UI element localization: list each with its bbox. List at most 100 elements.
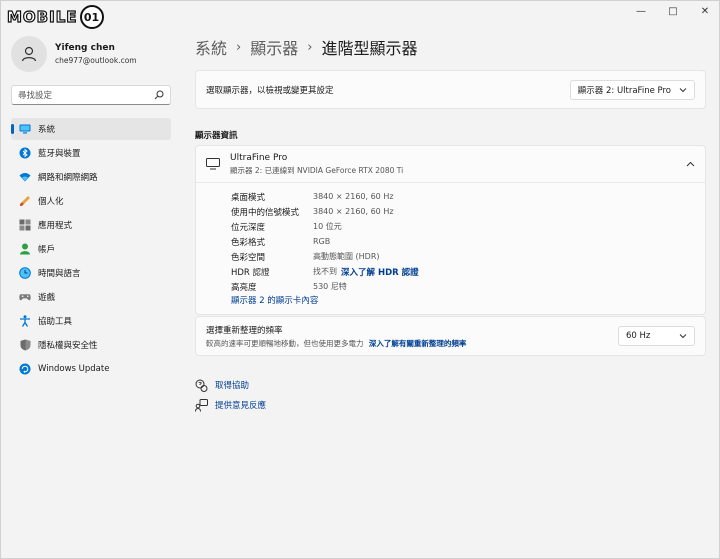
feedback-icon [195, 398, 208, 412]
breadcrumb-separator: › [307, 39, 313, 55]
profile-text: Yifeng chen che977@outlook.com [55, 43, 137, 65]
info-value: 3840 × 2160, 60 Hz [313, 207, 394, 216]
sidebar-item-time-language[interactable]: 時間與語言 [11, 262, 171, 284]
info-key: 色彩格式 [231, 237, 266, 248]
hdr-learn-more-link[interactable]: 深入了解 HDR 認證 [341, 266, 419, 278]
refresh-rate-value: 60 Hz [626, 331, 651, 341]
display-info-rows: 桌面模式 3840 × 2160, 60 Hz 使用中的信號模式 3840 × … [196, 183, 705, 309]
globe-clock-icon [19, 267, 31, 279]
info-value: 530 尼特 [313, 282, 347, 291]
info-value: 10 位元 [313, 222, 342, 231]
sidebar-item-label: 個人化 [38, 197, 64, 207]
title-bar: MOBILE 01 — □ ✕ [1, 1, 720, 29]
info-key: HDR 認證 [231, 267, 270, 278]
display-select-label: 選取顯示器，以檢視或變更其設定 [206, 85, 334, 96]
sidebar: Yifeng chen che977@outlook.com 尋找設定 系統 藍… [1, 23, 186, 559]
display-select-card: 選取顯示器，以檢視或變更其設定 顯示器 2: UltraFine Pro [195, 70, 706, 109]
sidebar-item-label: 隱私權與安全性 [38, 341, 98, 351]
section-title: 顯示器資訊 [195, 131, 238, 141]
breadcrumb: 系統 › 顯示器 › 進階型顯示器 [195, 35, 417, 59]
gamepad-icon [19, 291, 31, 303]
sidebar-item-label: 藍牙與裝置 [38, 149, 81, 159]
display-name: UltraFine Pro [230, 152, 288, 163]
get-help-link[interactable]: 取得協助 [195, 375, 266, 395]
sidebar-nav: 系統 藍牙與裝置 網路和網際網路 個人化 應用程式 帳戶 時間與語言 遊戲 協助… [11, 118, 171, 382]
info-row-desktop-mode: 桌面模式 3840 × 2160, 60 Hz [231, 189, 705, 204]
sidebar-item-windows-update[interactable]: Windows Update [11, 358, 171, 380]
sidebar-item-label: 協助工具 [38, 317, 73, 327]
sidebar-item-label: 帳戶 [38, 245, 56, 255]
display-info-header[interactable]: UltraFine Pro 顯示器 2: 已連線到 NVIDIA GeForce… [196, 146, 705, 183]
feedback-label: 提供意見反應 [215, 401, 267, 411]
chevron-up-icon[interactable] [686, 161, 695, 167]
info-value: RGB [313, 237, 331, 246]
display-dropdown[interactable]: 顯示器 2: UltraFine Pro [569, 79, 695, 100]
profile-email: che977@outlook.com [55, 56, 137, 65]
help-links: 取得協助 提供意見反應 [195, 375, 266, 415]
refresh-rate-card: 選擇重新整理的頻率 較高的速率可更順暢地移動，但也使用更多電力 深入了解有關重新… [195, 316, 706, 356]
sidebar-item-privacy[interactable]: 隱私權與安全性 [11, 334, 171, 356]
refresh-rate-dropdown[interactable]: 60 Hz [618, 326, 695, 346]
wifi-icon [19, 171, 31, 183]
avatar [11, 36, 47, 72]
refresh-rate-description: 較高的速率可更順暢地移動，但也使用更多電力 深入了解有關重新整理的頻率 [206, 338, 618, 349]
sidebar-item-gaming[interactable]: 遊戲 [11, 286, 171, 308]
sidebar-item-accounts[interactable]: 帳戶 [11, 238, 171, 260]
refresh-rate-text: 選擇重新整理的頻率 較高的速率可更順暢地移動，但也使用更多電力 深入了解有關重新… [206, 324, 618, 349]
info-row-signal-mode: 使用中的信號模式 3840 × 2160, 60 Hz [231, 204, 705, 219]
refresh-rate-learn-more-link[interactable]: 深入了解有關重新整理的頻率 [369, 339, 467, 348]
feedback-link[interactable]: 提供意見反應 [195, 395, 266, 415]
brush-icon [19, 195, 31, 207]
info-key: 色彩空間 [231, 252, 266, 263]
monitor-icon [206, 158, 220, 170]
info-row-bit-depth: 位元深度 10 位元 [231, 219, 705, 234]
chevron-down-icon [679, 87, 687, 92]
sidebar-item-personalization[interactable]: 個人化 [11, 190, 171, 212]
refresh-rate-desc-text: 較高的速率可更順暢地移動，但也使用更多電力 [206, 338, 364, 348]
info-row-hdr-certification: HDR 認證 找不到 深入了解 HDR 認證 [231, 264, 705, 279]
page-title: 進階型顯示器 [321, 39, 418, 58]
sidebar-item-label: 應用程式 [38, 221, 73, 231]
adapter-properties-link[interactable]: 顯示器 2 的顯示卡內容 [231, 294, 705, 309]
sidebar-item-accessibility[interactable]: 協助工具 [11, 310, 171, 332]
sidebar-item-system[interactable]: 系統 [11, 118, 171, 140]
sidebar-item-bluetooth[interactable]: 藍牙與裝置 [11, 142, 171, 164]
info-value: 3840 × 2160, 60 Hz [313, 192, 394, 201]
breadcrumb-separator: › [236, 39, 242, 55]
search-icon[interactable] [154, 90, 164, 100]
search-box[interactable]: 尋找設定 [11, 85, 171, 105]
search-input[interactable]: 尋找設定 [18, 89, 154, 101]
info-key: 桌面模式 [231, 192, 266, 203]
breadcrumb-display[interactable]: 顯示器 [250, 35, 298, 59]
sidebar-item-label: 時間與語言 [38, 269, 81, 279]
chevron-down-icon [679, 334, 687, 339]
close-button[interactable]: ✕ [689, 1, 720, 21]
info-key: 位元深度 [231, 222, 266, 233]
info-value: 高動態範圍 (HDR) [313, 252, 380, 261]
sidebar-item-label: 網路和網際網路 [38, 173, 98, 183]
shield-icon [19, 339, 31, 351]
display-subtitle: 顯示器 2: 已連線到 NVIDIA GeForce RTX 2080 Ti [230, 165, 404, 175]
info-row-color-format: 色彩格式 RGB [231, 234, 705, 249]
breadcrumb-system[interactable]: 系統 [195, 35, 227, 59]
bluetooth-icon [19, 147, 31, 159]
accessibility-icon [19, 315, 31, 327]
person-icon [19, 243, 31, 255]
display-info-title: UltraFine Pro 顯示器 2: 已連線到 NVIDIA GeForce… [230, 153, 686, 176]
display-info-card: UltraFine Pro 顯示器 2: 已連線到 NVIDIA GeForce… [195, 145, 706, 315]
info-row-color-space: 色彩空間 高動態範圍 (HDR) [231, 249, 705, 264]
info-key: 使用中的信號模式 [231, 207, 300, 218]
user-profile[interactable]: Yifeng chen che977@outlook.com [11, 36, 137, 72]
profile-name: Yifeng chen [55, 43, 115, 53]
minimize-button[interactable]: — [625, 1, 657, 21]
refresh-rate-title: 選擇重新整理的頻率 [206, 325, 283, 336]
sidebar-item-network[interactable]: 網路和網際網路 [11, 166, 171, 188]
display-dropdown-value: 顯示器 2: UltraFine Pro [577, 85, 671, 96]
sidebar-item-apps[interactable]: 應用程式 [11, 214, 171, 236]
monitor-icon [19, 123, 31, 135]
info-value: 找不到 [313, 267, 337, 276]
maximize-button[interactable]: □ [657, 1, 689, 21]
sidebar-item-label: Windows Update [38, 364, 110, 374]
help-chat-icon [195, 379, 208, 392]
settings-window: MOBILE 01 — □ ✕ Yifeng chen che977@outlo… [0, 0, 720, 559]
